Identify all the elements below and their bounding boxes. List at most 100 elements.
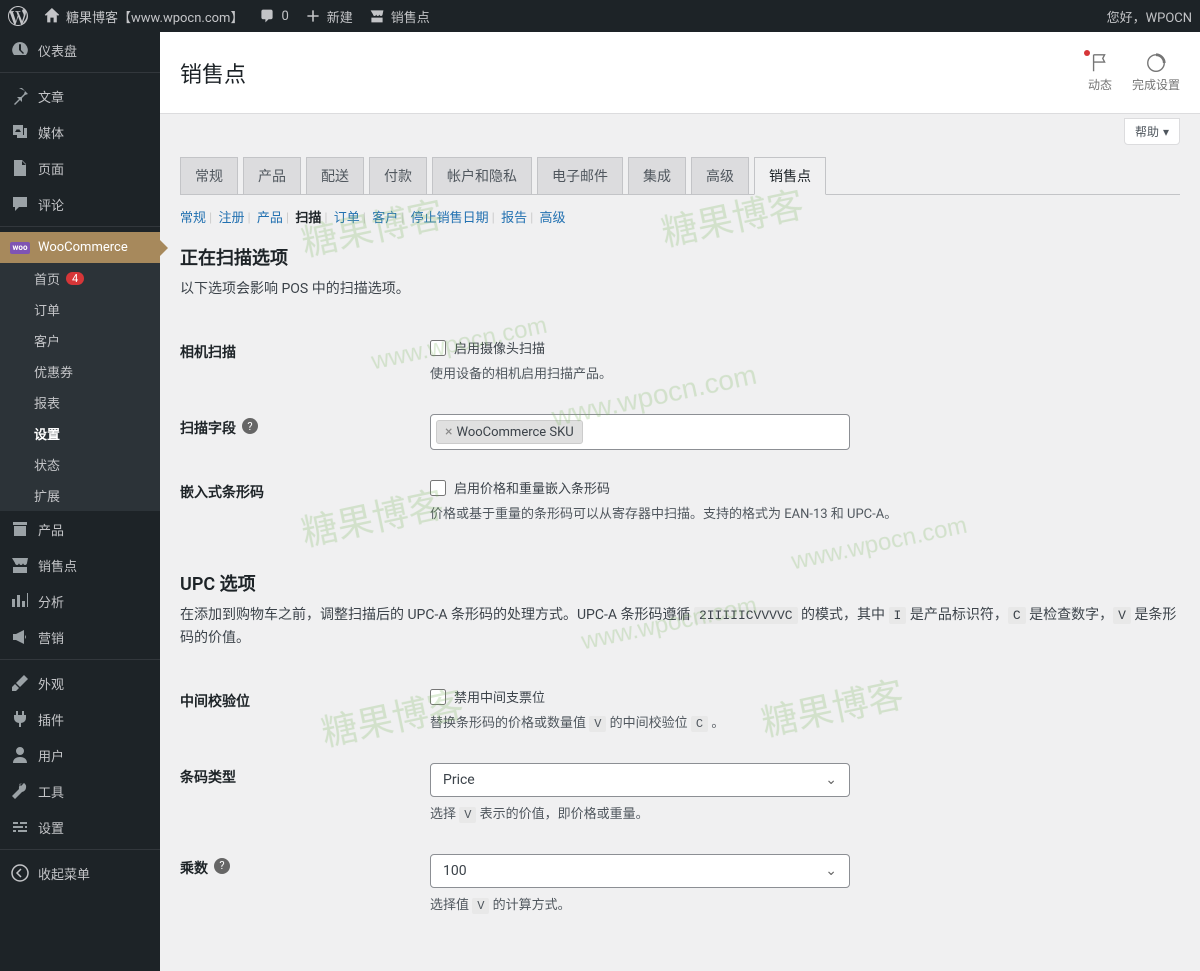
camera-scanning-checkbox[interactable] bbox=[430, 340, 446, 356]
tab-products[interactable]: 产品 bbox=[243, 157, 301, 194]
menu-settings[interactable]: 设置 bbox=[0, 809, 160, 845]
menu-dashboard[interactable]: 仪表盘 bbox=[0, 32, 160, 68]
woocommerce-icon: woo bbox=[10, 242, 30, 254]
plug-icon bbox=[10, 709, 30, 729]
row-barcode-type: 条码类型 Price ⌄ 选择 V 表示的价值，即价格或重量。 bbox=[180, 749, 1180, 840]
pos-toolbar-link[interactable]: 销售点 bbox=[369, 7, 430, 26]
menu-pages[interactable]: 页面 bbox=[0, 150, 160, 186]
home-icon bbox=[44, 8, 60, 24]
site-home-link[interactable]: 糖果博客【www.wpocn.com】 bbox=[44, 7, 243, 26]
admin-toolbar: 糖果博客【www.wpocn.com】 0 新建 销售点 您好，WPOCN bbox=[0, 0, 1200, 32]
chevron-down-icon: ▾ bbox=[1163, 125, 1169, 139]
menu-analytics[interactable]: 分析 bbox=[0, 583, 160, 619]
user-icon bbox=[10, 745, 30, 765]
tab-pos[interactable]: 销售点 bbox=[754, 157, 826, 195]
submenu-status[interactable]: 状态 bbox=[0, 449, 160, 480]
tab-integration[interactable]: 集成 bbox=[628, 157, 686, 194]
help-tooltip-icon[interactable]: ? bbox=[242, 418, 258, 434]
subtab-general[interactable]: 常规 bbox=[180, 211, 206, 226]
wrench-icon bbox=[10, 781, 30, 801]
menu-plugins[interactable]: 插件 bbox=[0, 701, 160, 737]
plus-icon bbox=[305, 8, 321, 24]
checkbox-embedded-barcodes[interactable]: 启用价格和重量嵌入条形码 bbox=[430, 478, 1180, 497]
chart-icon bbox=[10, 591, 30, 611]
pin-icon bbox=[10, 86, 30, 106]
scanning-options-desc: 以下选项会影响 POS 中的扫描选项。 bbox=[180, 278, 1180, 300]
activity-button[interactable]: 动态 bbox=[1088, 52, 1112, 93]
menu-marketing[interactable]: 营销 bbox=[0, 619, 160, 655]
settings-tabs: 常规 产品 配送 付款 帐户和隐私 电子邮件 集成 高级 销售点 bbox=[180, 157, 1180, 195]
dashboard-icon bbox=[10, 40, 30, 60]
help-toggle[interactable]: 帮助 ▾ bbox=[1124, 118, 1180, 145]
tab-emails[interactable]: 电子邮件 bbox=[537, 157, 623, 194]
archive-icon bbox=[10, 519, 30, 539]
admin-sidebar: 仪表盘 文章 媒体 页面 评论 woo WooCommerce 首页 4 bbox=[0, 32, 160, 971]
checkbox-camera-scanning[interactable]: 启用摄像头扫描 bbox=[430, 338, 1180, 357]
subtab-products[interactable]: 产品 bbox=[257, 211, 283, 226]
submenu-settings[interactable]: 设置 bbox=[0, 418, 160, 449]
subtab-advanced[interactable]: 高级 bbox=[540, 211, 566, 226]
menu-appearance[interactable]: 外观 bbox=[0, 665, 160, 701]
row-multiplier: 乘数 ? 100 ⌄ 选择值 V 的计算方式。 bbox=[180, 840, 1180, 931]
upc-options-heading: UPC 选项 bbox=[180, 570, 1180, 596]
subtab-reports[interactable]: 报告 bbox=[501, 211, 527, 226]
wordpress-logo-icon[interactable] bbox=[8, 6, 28, 26]
multiplier-select[interactable]: 100 ⌄ bbox=[430, 854, 850, 888]
subtab-orders[interactable]: 订单 bbox=[334, 211, 360, 226]
upc-options-desc: 在添加到购物车之前，调整扫描后的 UPC-A 条形码的处理方式。UPC-A 条形… bbox=[180, 604, 1180, 649]
subtab-end-of-sale[interactable]: 停止销售日期 bbox=[411, 211, 489, 226]
comments-link[interactable]: 0 bbox=[259, 8, 288, 24]
label-camera-scanning: 相机扫描 bbox=[180, 338, 430, 386]
tab-advanced[interactable]: 高级 bbox=[691, 157, 749, 194]
barcode-type-select[interactable]: Price ⌄ bbox=[430, 763, 850, 797]
submenu-home[interactable]: 首页 4 bbox=[0, 263, 160, 294]
page-title: 销售点 bbox=[180, 57, 246, 89]
submenu-coupons[interactable]: 优惠券 bbox=[0, 356, 160, 387]
tab-shipping[interactable]: 配送 bbox=[306, 157, 364, 194]
menu-users[interactable]: 用户 bbox=[0, 737, 160, 773]
menu-tools[interactable]: 工具 bbox=[0, 773, 160, 809]
remove-tag-icon[interactable]: × bbox=[445, 424, 452, 440]
subtab-register[interactable]: 注册 bbox=[218, 211, 244, 226]
desc-camera-scanning: 使用设备的相机启用扫描产品。 bbox=[430, 365, 1180, 386]
howdy-account[interactable]: 您好，WPOCN bbox=[1107, 7, 1192, 26]
new-content-link[interactable]: 新建 bbox=[305, 7, 353, 26]
tab-payments[interactable]: 付款 bbox=[369, 157, 427, 194]
middle-check-checkbox[interactable] bbox=[430, 689, 446, 705]
menu-comments[interactable]: 评论 bbox=[0, 186, 160, 222]
finish-setup-button[interactable]: 完成设置 bbox=[1132, 52, 1180, 93]
tab-accounts[interactable]: 帐户和隐私 bbox=[432, 157, 532, 194]
tab-general[interactable]: 常规 bbox=[180, 157, 238, 194]
media-icon bbox=[10, 122, 30, 142]
flag-icon bbox=[1089, 52, 1111, 74]
label-embedded-barcodes: 嵌入式条形码 bbox=[180, 478, 430, 526]
collapse-icon bbox=[10, 863, 30, 883]
desc-middle-check: 替换条形码的价格或数量值 V 的中间校验位 C 。 bbox=[430, 714, 1180, 735]
checkbox-middle-check[interactable]: 禁用中间支票位 bbox=[430, 687, 1180, 706]
chevron-down-icon: ⌄ bbox=[825, 863, 837, 879]
subtab-scanning[interactable]: 扫描 bbox=[295, 211, 321, 226]
brush-icon bbox=[10, 673, 30, 693]
row-middle-check: 中间校验位 禁用中间支票位 替换条形码的价格或数量值 V 的中间校验位 C 。 bbox=[180, 673, 1180, 749]
pages-icon bbox=[10, 158, 30, 178]
label-middle-check: 中间校验位 bbox=[180, 687, 430, 735]
menu-posts[interactable]: 文章 bbox=[0, 78, 160, 114]
label-scanning-fields: 扫描字段 ? bbox=[180, 414, 430, 450]
menu-media[interactable]: 媒体 bbox=[0, 114, 160, 150]
menu-pos[interactable]: 销售点 bbox=[0, 547, 160, 583]
menu-collapse[interactable]: 收起菜单 bbox=[0, 855, 160, 891]
embedded-barcodes-checkbox[interactable] bbox=[430, 480, 446, 496]
submenu-orders[interactable]: 订单 bbox=[0, 294, 160, 325]
home-badge: 4 bbox=[66, 272, 84, 285]
menu-products[interactable]: 产品 bbox=[0, 511, 160, 547]
subtab-customers[interactable]: 客户 bbox=[372, 211, 398, 226]
submenu-extensions[interactable]: 扩展 bbox=[0, 480, 160, 511]
menu-woocommerce[interactable]: woo WooCommerce bbox=[0, 232, 160, 263]
submenu-reports[interactable]: 报表 bbox=[0, 387, 160, 418]
site-name: 糖果博客【www.wpocn.com】 bbox=[66, 7, 243, 26]
store-icon bbox=[369, 8, 385, 24]
help-tooltip-icon[interactable]: ? bbox=[214, 858, 230, 874]
progress-circle-icon bbox=[1145, 52, 1167, 74]
scanning-fields-input[interactable]: × WooCommerce SKU bbox=[430, 414, 850, 450]
submenu-customers[interactable]: 客户 bbox=[0, 325, 160, 356]
